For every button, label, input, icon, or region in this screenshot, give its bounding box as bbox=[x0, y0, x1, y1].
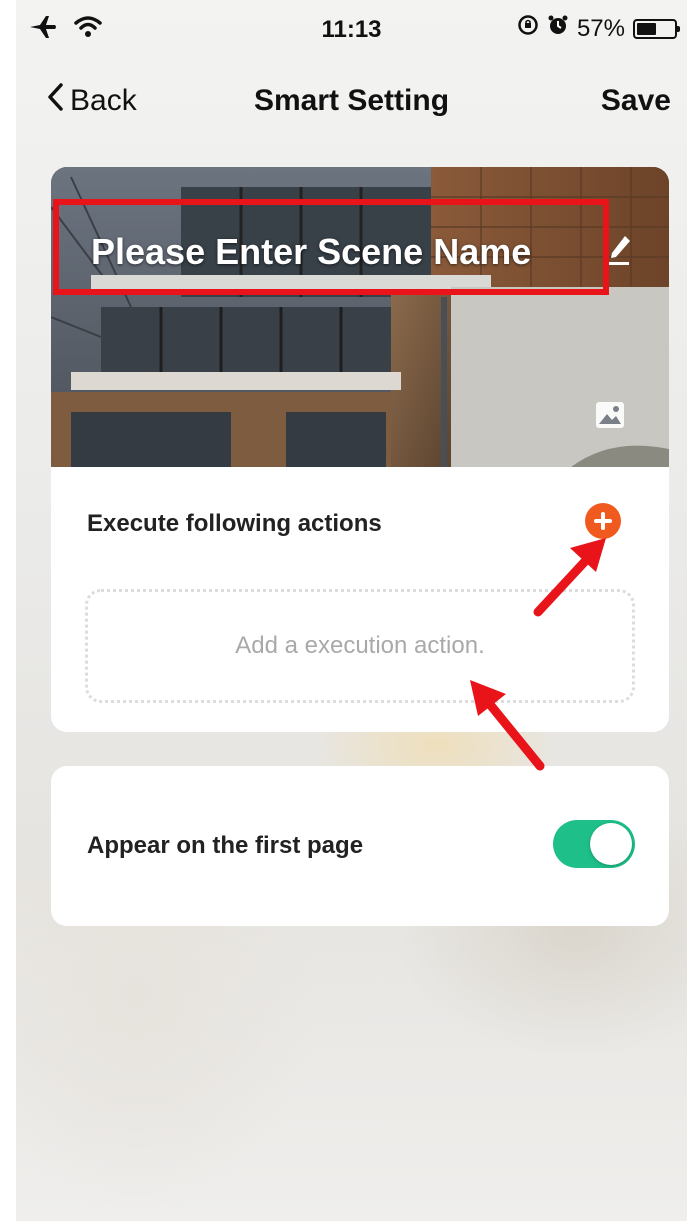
battery-level bbox=[637, 22, 656, 35]
battery-percent: 57% bbox=[576, 14, 625, 42]
add-action-button[interactable] bbox=[585, 503, 621, 539]
navigation-bar: Back Smart Setting Save bbox=[16, 60, 687, 140]
scene-cover-image[interactable]: Please Enter Scene Name bbox=[51, 167, 669, 467]
battery-icon bbox=[633, 18, 680, 39]
annotation-highlight-box bbox=[53, 199, 609, 295]
save-button[interactable]: Save bbox=[601, 84, 671, 118]
status-bar: 11:13 57% bbox=[16, 0, 687, 60]
first-page-label: Appear on the first page bbox=[87, 832, 364, 859]
rotation-lock-icon bbox=[517, 14, 539, 43]
scene-card: Please Enter Scene Name Execute followin… bbox=[51, 167, 669, 732]
add-action-hint: Add a execution action. bbox=[235, 632, 485, 659]
first-page-card: Appear on the first page bbox=[51, 766, 669, 926]
toggle-knob bbox=[590, 823, 632, 865]
actions-section-title: Execute following actions bbox=[87, 510, 382, 537]
first-page-toggle[interactable] bbox=[553, 820, 635, 868]
add-action-placeholder[interactable]: Add a execution action. bbox=[85, 589, 635, 703]
page-title: Smart Setting bbox=[253, 84, 450, 117]
alarm-icon bbox=[547, 14, 569, 43]
